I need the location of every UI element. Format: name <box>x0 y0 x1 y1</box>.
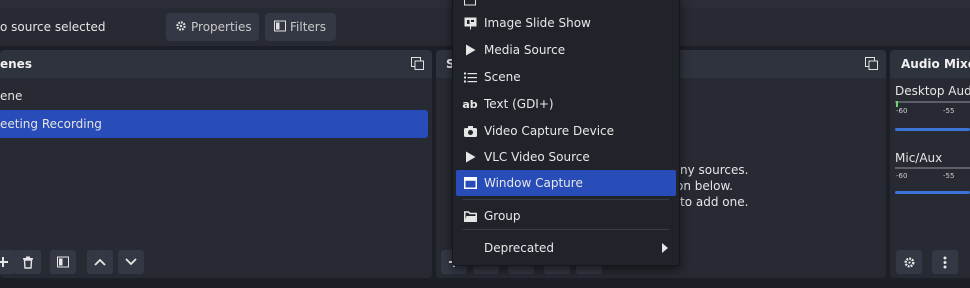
audio-settings-button[interactable] <box>896 250 922 274</box>
menu-item-label: Text (GDI+) <box>484 97 554 111</box>
mic-aux-volume-slider[interactable] <box>895 191 970 194</box>
gear-icon <box>904 257 914 267</box>
gear-icon <box>175 20 187 35</box>
add-source-context-menu: Image Slide Show Media Source Scene ab T… <box>452 0 680 266</box>
menu-item-window-capture[interactable]: Window Capture <box>456 170 676 196</box>
menu-separator <box>463 199 669 200</box>
list-icon <box>458 72 482 83</box>
menu-item-label: Deprecated <box>484 241 554 255</box>
sources-empty-line-1: ny sources. <box>680 163 749 177</box>
mic-aux-meter <box>895 167 970 169</box>
meter-tick-label: -55 <box>943 107 955 115</box>
sources-empty-line-2: on below. <box>676 179 733 193</box>
add-scene-button[interactable] <box>0 250 16 274</box>
filter-icon <box>274 20 286 35</box>
properties-button[interactable]: Properties <box>166 13 259 41</box>
source-status-text: o source selected <box>0 20 106 34</box>
meter-tick-label: -55 <box>943 172 955 180</box>
scenes-dock-header: enes <box>0 50 432 78</box>
kebab-menu-icon <box>943 256 947 268</box>
audio-mixer-header: Audio Mixe <box>890 50 970 78</box>
menu-item-label: Window Capture <box>484 176 583 190</box>
menu-item-label: Media Source <box>484 43 566 57</box>
menu-item-group[interactable]: Group <box>456 203 676 229</box>
desktop-audio-meter <box>895 101 970 103</box>
menu-item-text-gdi[interactable]: ab Text (GDI+) <box>456 91 676 117</box>
undock-icon[interactable] <box>865 57 878 70</box>
move-scene-down-button[interactable] <box>118 250 144 274</box>
menu-item-label: Image Slide Show <box>484 16 591 30</box>
menu-item-deprecated[interactable]: Deprecated <box>456 235 676 261</box>
menu-item-vlc-video-source[interactable]: VLC Video Source <box>456 144 676 170</box>
scenes-title: enes <box>0 57 32 71</box>
scene-filters-button[interactable] <box>50 250 76 274</box>
scene-item-label: eeting Recording <box>0 117 102 131</box>
play-icon <box>458 151 482 163</box>
trash-icon <box>23 256 33 269</box>
play-icon <box>458 44 482 56</box>
folder-icon <box>458 210 482 222</box>
plus-icon <box>0 257 8 267</box>
scene-item-label: ene <box>0 89 23 103</box>
move-scene-up-button[interactable] <box>87 250 113 274</box>
chevron-up-icon <box>94 258 106 266</box>
camera-icon <box>458 125 482 137</box>
sources-empty-line-3: to add one. <box>680 195 749 209</box>
audio-menu-button[interactable] <box>932 250 958 274</box>
mic-aux-label: Mic/Aux <box>895 151 943 165</box>
slideshow-icon <box>458 17 482 30</box>
menu-item-label: VLC Video Source <box>484 150 590 164</box>
chevron-down-icon <box>125 258 137 266</box>
desktop-audio-label: Desktop Audio <box>895 84 970 98</box>
menu-separator <box>463 229 669 230</box>
window-icon <box>458 177 482 189</box>
meter-tick-label: -60 <box>896 172 908 180</box>
filters-button[interactable]: Filters <box>265 13 336 41</box>
menu-item-label: Scene <box>484 70 521 84</box>
properties-label: Properties <box>191 20 252 34</box>
menu-item-label: Group <box>484 209 521 223</box>
menu-item-media-source[interactable]: Media Source <box>456 37 676 63</box>
menu-item-video-capture-device[interactable]: Video Capture Device <box>456 118 676 144</box>
submenu-arrow-icon <box>662 243 668 253</box>
scene-item[interactable]: ene <box>0 82 428 110</box>
scene-item-selected[interactable]: eeting Recording <box>0 110 428 138</box>
filter-icon <box>57 256 69 268</box>
undock-icon[interactable] <box>411 57 424 70</box>
meter-tick-label: -60 <box>896 107 908 115</box>
image-icon <box>458 0 482 6</box>
desktop-audio-volume-slider[interactable] <box>895 128 970 131</box>
filters-label: Filters <box>290 20 326 34</box>
text-icon: ab <box>462 97 478 111</box>
menu-item-image-slide-show[interactable]: Image Slide Show <box>456 10 676 36</box>
menu-item-scene[interactable]: Scene <box>456 64 676 90</box>
menu-item-label: Video Capture Device <box>484 124 615 138</box>
remove-scene-button[interactable] <box>15 250 41 274</box>
audio-mixer-title: Audio Mixe <box>901 57 970 71</box>
